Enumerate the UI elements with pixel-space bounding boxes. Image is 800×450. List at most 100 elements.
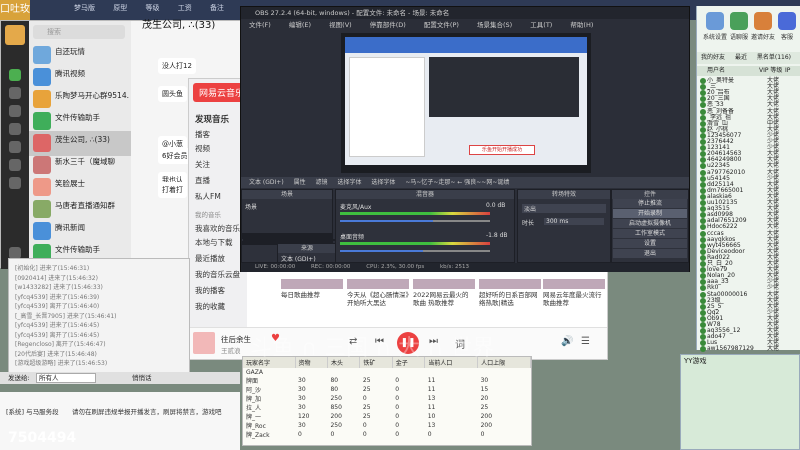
nav-favorites[interactable]: 我喜欢的音乐	[195, 223, 240, 234]
nav-recent[interactable]: 最近播放	[195, 253, 225, 264]
table-cell: 25	[362, 386, 371, 393]
playlist-card[interactable]: 超好听的日系百部网络热歌|精选	[479, 279, 541, 307]
menu-item[interactable]: 编辑(E)	[281, 19, 319, 31]
spacer	[241, 237, 333, 239]
music-sidebar: 网易云音乐 发现音乐 播客 视频 关注 直播 私人FM 我的音乐 我喜欢的音乐 …	[189, 79, 251, 359]
nav-my-podcast[interactable]: 我的播客	[195, 285, 225, 296]
table-row: 牌_Zack 0 0 0 0 0 0	[243, 430, 531, 439]
table-cell: 拉_人	[246, 405, 262, 412]
top-tab[interactable]: 梦马版	[66, 3, 103, 13]
text-content: ~马~忆子~走那~ ← 强良~~网~诞绩	[405, 179, 510, 186]
volume-slider[interactable]	[340, 250, 490, 252]
nav-local-download[interactable]: 本地与下载	[195, 237, 233, 248]
start-recording-button[interactable]: 开始录制	[613, 209, 687, 218]
table-cell: 0	[362, 395, 367, 402]
column-header: VIP 等级	[759, 67, 783, 74]
nav-discover[interactable]: 发现音乐	[195, 113, 229, 125]
log-line: [_高雪_长晋7905] 进来了(15:46:41)	[15, 312, 117, 320]
toolbar-item[interactable]: 客服	[773, 12, 800, 41]
table-cell: 25	[480, 404, 489, 411]
table-cell: 80	[330, 386, 339, 393]
phone-icon[interactable]	[9, 177, 21, 189]
rec-timer: REC: 00:00:00	[310, 264, 351, 270]
menu-item[interactable]: 文件(F)	[241, 19, 279, 31]
menu-item[interactable]: 视图(V)	[321, 19, 360, 31]
friend-tabs: 我的好友 最近 黑名单(116)	[697, 52, 800, 64]
properties-button[interactable]: 属性	[294, 177, 306, 188]
menu-item[interactable]: 工具(T)	[522, 19, 560, 31]
album-cover[interactable]	[193, 332, 215, 354]
chat-name: 笑脸展士	[55, 179, 85, 188]
table-cell: 0	[298, 431, 302, 438]
nav-collection[interactable]: 我的收藏	[195, 301, 225, 312]
filters-button[interactable]: 滤镜	[316, 177, 328, 188]
duration-input[interactable]: 300 ms	[544, 218, 604, 225]
exit-button[interactable]: 退出	[613, 249, 687, 258]
stop-streaming-button[interactable]: 停止推流	[613, 199, 687, 208]
playlist-card[interactable]: 每日歌曲推荐	[281, 279, 343, 299]
top-tab-row: 梦马版 原型 等级 工资 备注	[66, 3, 232, 15]
menu-item[interactable]: 配置文件(P)	[416, 19, 467, 31]
search-input[interactable]: 搜索	[33, 25, 125, 39]
nav-live[interactable]: 直播	[195, 175, 210, 186]
source-item[interactable]: 文本 (GDI+)	[281, 254, 316, 263]
friend-row[interactable]: aw1567987129 大佬	[697, 345, 800, 353]
playlist-card[interactable]: 网易云年度最火流行歌曲推荐	[543, 279, 605, 307]
top-tab[interactable]: 原型	[105, 3, 135, 13]
nav-podcast[interactable]: 播客	[195, 129, 210, 140]
playlist-title: 每日歌曲推荐	[281, 291, 320, 299]
table-cell: 200	[480, 422, 493, 429]
message-bubble: 圆头鱼	[158, 86, 187, 102]
table-cell	[327, 368, 359, 376]
moments-icon[interactable]	[9, 141, 21, 153]
nav-fm[interactable]: 私人FM	[195, 191, 221, 202]
log-line: [Regencloso] 离开了(15:46:47)	[15, 341, 106, 348]
nav-video[interactable]: 视频	[195, 143, 210, 154]
table-cell: 200	[330, 413, 342, 420]
favorites-icon[interactable]	[9, 105, 21, 117]
settings-button[interactable]: 设置	[613, 239, 687, 248]
table-cell: 牌_加	[246, 396, 262, 403]
table-cell: 0	[395, 386, 400, 393]
virtual-camera-button[interactable]: 启动虚拟摄像机	[613, 219, 687, 228]
top-tab[interactable]: 备注	[202, 3, 232, 13]
chat-avatar	[33, 134, 51, 152]
menu-item[interactable]: 场景集合(S)	[469, 19, 520, 31]
playlist-icon[interactable]: ☰	[581, 336, 590, 347]
top-tab[interactable]: 工资	[170, 3, 200, 13]
menu-item[interactable]: 帮助(H)	[562, 19, 601, 31]
transition-select[interactable]: 淡出	[522, 204, 606, 213]
chat-name: 乐陶梦马开心群9514...	[55, 91, 129, 100]
table-cell: 0	[395, 404, 400, 411]
table-cell: 牌_Zack	[246, 432, 270, 439]
playlist-card[interactable]: 今天从《超心肠情深》开始听大黑达	[347, 279, 409, 307]
table-cell: 25	[362, 377, 371, 384]
whisper-checkbox[interactable]: 悄悄话	[132, 372, 152, 384]
tab-friends[interactable]: 我的好友	[697, 52, 729, 64]
system-notice-detail: 请勿在刷屏违规举报开播发言，刷屏将禁言，游戏吧	[72, 408, 222, 416]
scene-item[interactable]: 场景	[245, 202, 257, 211]
table-cell	[295, 368, 327, 376]
font-select-button[interactable]: 选择字体	[337, 177, 361, 188]
chat-icon[interactable]	[9, 69, 21, 81]
top-tab[interactable]: 等级	[137, 3, 167, 13]
my-avatar[interactable]	[5, 25, 25, 45]
files-icon[interactable]	[9, 123, 21, 135]
font-select-button[interactable]: 选择字体	[371, 177, 395, 188]
table-cell: 0	[362, 422, 367, 429]
tab-recent[interactable]: 最近	[731, 52, 751, 64]
volume-icon[interactable]: 🔊	[561, 336, 573, 347]
mini-program-icon[interactable]	[9, 159, 21, 171]
playlist-card[interactable]: 2022网易云最火的歌曲 热歌推荐	[413, 279, 475, 307]
nav-follow[interactable]: 关注	[195, 159, 210, 170]
menu-item[interactable]: 停靠部件(D)	[362, 19, 414, 31]
tab-blacklist[interactable]: 黑名单(116)	[753, 52, 795, 64]
obs-preview-canvas	[345, 37, 587, 165]
volume-slider[interactable]	[340, 220, 490, 222]
contacts-icon[interactable]	[9, 87, 21, 99]
send-to-select[interactable]: 所有人	[36, 373, 96, 383]
table-cell: 0	[362, 431, 367, 438]
nav-cloud-disk[interactable]: 我的音乐云盘	[195, 269, 240, 280]
stream-watermark: 斗鱼 ∩ 三国 ∩ 大 ∩ 世界	[250, 336, 495, 361]
studio-mode-button[interactable]: 工作室模式	[613, 229, 687, 238]
